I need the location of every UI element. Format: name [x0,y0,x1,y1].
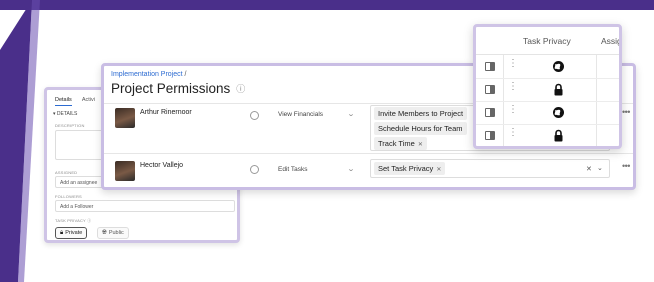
side-panel-icon[interactable] [485,62,495,71]
privacy-private-button[interactable]: 🔒︎ Private [55,227,88,239]
row-radio[interactable] [250,111,259,120]
privacy-public-button[interactable]: 🌐︎ Public [97,227,129,239]
breadcrumb-project-link[interactable]: Implementation Project [111,71,183,78]
chip-label: Schedule Hours for Team [378,124,463,133]
user-name: Arthur Rinernoor [140,109,192,116]
chip-remove-icon[interactable]: ✕ [436,167,441,173]
table-row[interactable]: ⋮ [476,102,619,125]
side-panel-icon[interactable] [485,85,495,94]
info-icon[interactable]: ⓘ [236,82,245,95]
follower-placeholder: Add a Follower [60,204,94,210]
drag-handle-icon[interactable]: ⋮ [508,128,518,138]
permission-chips[interactable]: Set Task Privacy ✕ ✕ ⌄ [370,159,610,178]
description-label: DESCRIPTION [55,123,85,128]
avatar [115,161,135,181]
globe-icon[interactable] [552,106,565,124]
avatar [115,108,135,128]
side-panel-icon[interactable] [485,131,495,140]
tab-activity[interactable]: Activi [82,97,95,106]
privacy-private-label: Private [65,230,83,236]
more-actions-icon[interactable]: ••• [622,107,630,117]
permission-chip: Invite Members to Project [374,107,468,120]
chip-label: Invite Members to Project [378,109,464,118]
more-actions-icon[interactable]: ••• [622,161,630,171]
breadcrumb: Implementation Project / [111,71,186,78]
follower-input[interactable]: Add a Follower [55,200,235,212]
privacy-public-label: Public [108,230,124,236]
followers-label: FOLLOWERS [55,194,82,199]
details-section-heading[interactable]: ▾ DETAILS [53,111,77,117]
page-title: Project Permissions [111,81,231,96]
task-privacy-label: TASK PRIVACY ⓘ [55,218,92,223]
table-row[interactable]: ⋮ [476,56,619,79]
table-header: Task Privacy Assig [476,27,619,55]
drag-handle-icon[interactable]: ⋮ [508,59,518,69]
drag-handle-icon[interactable]: ⋮ [508,105,518,115]
permission-chip: Track Time ✕ [374,137,427,150]
drag-handle-icon[interactable]: ⋮ [508,82,518,92]
chevron-down-icon[interactable]: ⌄ [347,110,355,118]
lock-icon[interactable] [552,83,565,101]
chevron-down-icon[interactable]: ⌄ [597,164,603,172]
details-tabs: Details Activi [55,97,95,106]
page-title-wrap: Project Permissions ⓘ [111,81,245,96]
lock-icon[interactable] [552,129,565,146]
column-header-task-privacy[interactable]: Task Privacy [523,36,571,46]
globe-icon: 🌐︎ [102,230,107,236]
lock-icon: 🔒︎ [60,230,64,236]
globe-icon[interactable] [552,60,565,78]
permission-row: Hector Vallejo Edit Tasks ⌄ Set Task Pri… [104,153,633,187]
clear-all-icon[interactable]: ✕ [586,165,592,173]
task-privacy-table: Task Privacy Assig ⋮ ⋮ ⋮ ⋮ [473,24,622,149]
side-panel-icon[interactable] [485,108,495,117]
row-radio[interactable] [250,165,259,174]
permission-chip: Set Task Privacy ✕ [374,162,446,175]
permission-chip: Schedule Hours for Team [374,122,467,135]
assignee-placeholder: Add an assignee [60,180,98,186]
breadcrumb-separator: / [182,71,187,78]
chip-label: Set Task Privacy [378,164,434,173]
tab-details[interactable]: Details [55,97,72,106]
user-name: Hector Vallejo [140,162,184,169]
assigned-label: ASSIGNED [55,170,78,175]
table-row[interactable]: ⋮ [476,79,619,102]
chip-remove-icon[interactable]: ✕ [418,142,423,148]
chevron-down-icon[interactable]: ⌄ [347,165,355,173]
column-header-assignee[interactable]: Assig [601,36,619,46]
chip-label: Track Time [378,139,415,148]
table-row[interactable]: ⋮ [476,125,619,146]
